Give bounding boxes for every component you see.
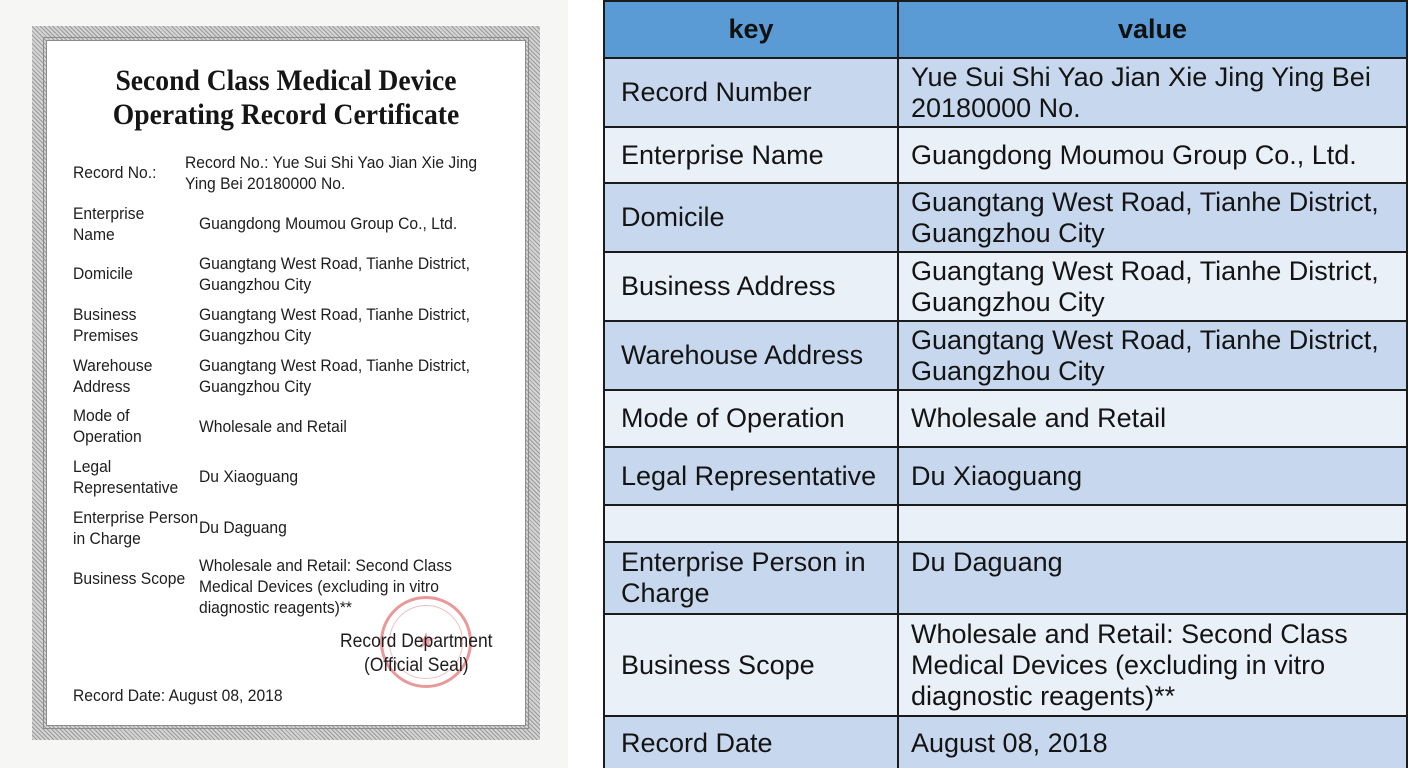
record-department: Record Department [340,631,493,652]
cert-value-business-scope: Wholesale and Retail: Second Class Medic… [199,556,452,617]
row-key: Business Address [603,251,899,322]
cert-value-legal-representative: Du Xiaoguang [199,467,299,486]
cert-label-enterprise-name: Enterprise Name [73,204,145,244]
record-date: Record Date: August 08, 2018 [73,686,283,705]
certificate-image: Second Class Medical Device Operating Re… [0,0,568,768]
cert-value-business-premises: Guangtang West Road, Tianhe District, Gu… [199,305,470,345]
cert-label-domicile: Domicile [73,264,133,283]
table-row: Warehouse Address Guangtang West Road, T… [603,320,1408,391]
cert-value-warehouse-address: Guangtang West Road, Tianhe District, Gu… [199,356,470,396]
row-value: Du Daguang [897,541,1408,615]
table-row-empty [603,504,1408,543]
row-value: Guangdong Moumou Group Co., Ltd. [897,126,1408,184]
row-key: Domicile [603,182,899,253]
row-key: Record Date [603,715,899,768]
row-key: Legal Representative [603,446,899,506]
row-key: Enterprise Name [603,126,899,184]
table-row: Legal Representative Du Xiaoguang [603,446,1408,506]
row-value: Wholesale and Retail [897,389,1408,448]
table-header-row: key value [603,0,1408,59]
header-key: key [603,0,899,59]
key-value-table: key value Record Number Yue Sui Shi Yao … [603,0,1408,768]
row-value: Wholesale and Retail: Second Class Medic… [897,613,1408,717]
table-row: Enterprise Person in Charge Du Daguang [603,541,1408,615]
row-key [603,504,899,543]
row-key: Enterprise Person in Charge [603,541,899,615]
cert-label-person-in-charge: Enterprise Person in Charge [73,508,199,548]
row-value: Guangtang West Road, Tianhe District, Gu… [897,182,1408,253]
row-value: Guangtang West Road, Tianhe District, Gu… [897,251,1408,322]
table-row: Business Scope Wholesale and Retail: Sec… [603,613,1408,717]
table-row: Record Date August 08, 2018 [603,715,1408,768]
cert-value-domicile: Guangtang West Road, Tianhe District, Gu… [199,254,470,294]
row-key: Record Number [603,57,899,128]
row-key: Mode of Operation [603,389,899,448]
cert-label-legal-representative: Legal Representative [73,457,179,497]
row-value [897,504,1408,543]
cert-value-record-no: Record No.: Yue Sui Shi Yao Jian Xie Jin… [185,153,478,193]
cert-value-person-in-charge: Du Daguang [199,518,287,537]
header-value: value [897,0,1408,59]
row-value: Guangtang West Road, Tianhe District, Gu… [897,320,1408,391]
certificate-title: Second Class Medical Device Operating Re… [65,64,507,132]
table-row: Record Number Yue Sui Shi Yao Jian Xie J… [603,57,1408,128]
row-key: Business Scope [603,613,899,717]
cert-value-enterprise-name: Guangdong Moumou Group Co., Ltd. [199,214,458,233]
table-row: Business Address Guangtang West Road, Ti… [603,251,1408,322]
certificate-title-line: Second Class Medical Device [115,64,457,97]
cert-label-business-scope: Business Scope [73,569,186,588]
cert-label-record-no: Record No.: [73,163,157,182]
row-value: Du Xiaoguang [897,446,1408,506]
official-seal-label: (Official Seal) [364,655,469,676]
row-value: Yue Sui Shi Yao Jian Xie Jing Ying Bei 2… [897,57,1408,128]
certificate-title-line: Operating Record Certificate [112,98,460,131]
table-row: Enterprise Name Guangdong Moumou Group C… [603,126,1408,184]
cert-label-mode-of-operation: Mode of Operation [73,406,142,446]
row-key: Warehouse Address [603,320,899,391]
row-value: August 08, 2018 [897,715,1408,768]
cert-value-mode-of-operation: Wholesale and Retail [199,417,347,436]
table-row: Domicile Guangtang West Road, Tianhe Dis… [603,182,1408,253]
table-row: Mode of Operation Wholesale and Retail [603,389,1408,448]
cert-label-business-premises: Business Premises [73,305,139,345]
cert-label-warehouse-address: Warehouse Address [73,356,153,396]
